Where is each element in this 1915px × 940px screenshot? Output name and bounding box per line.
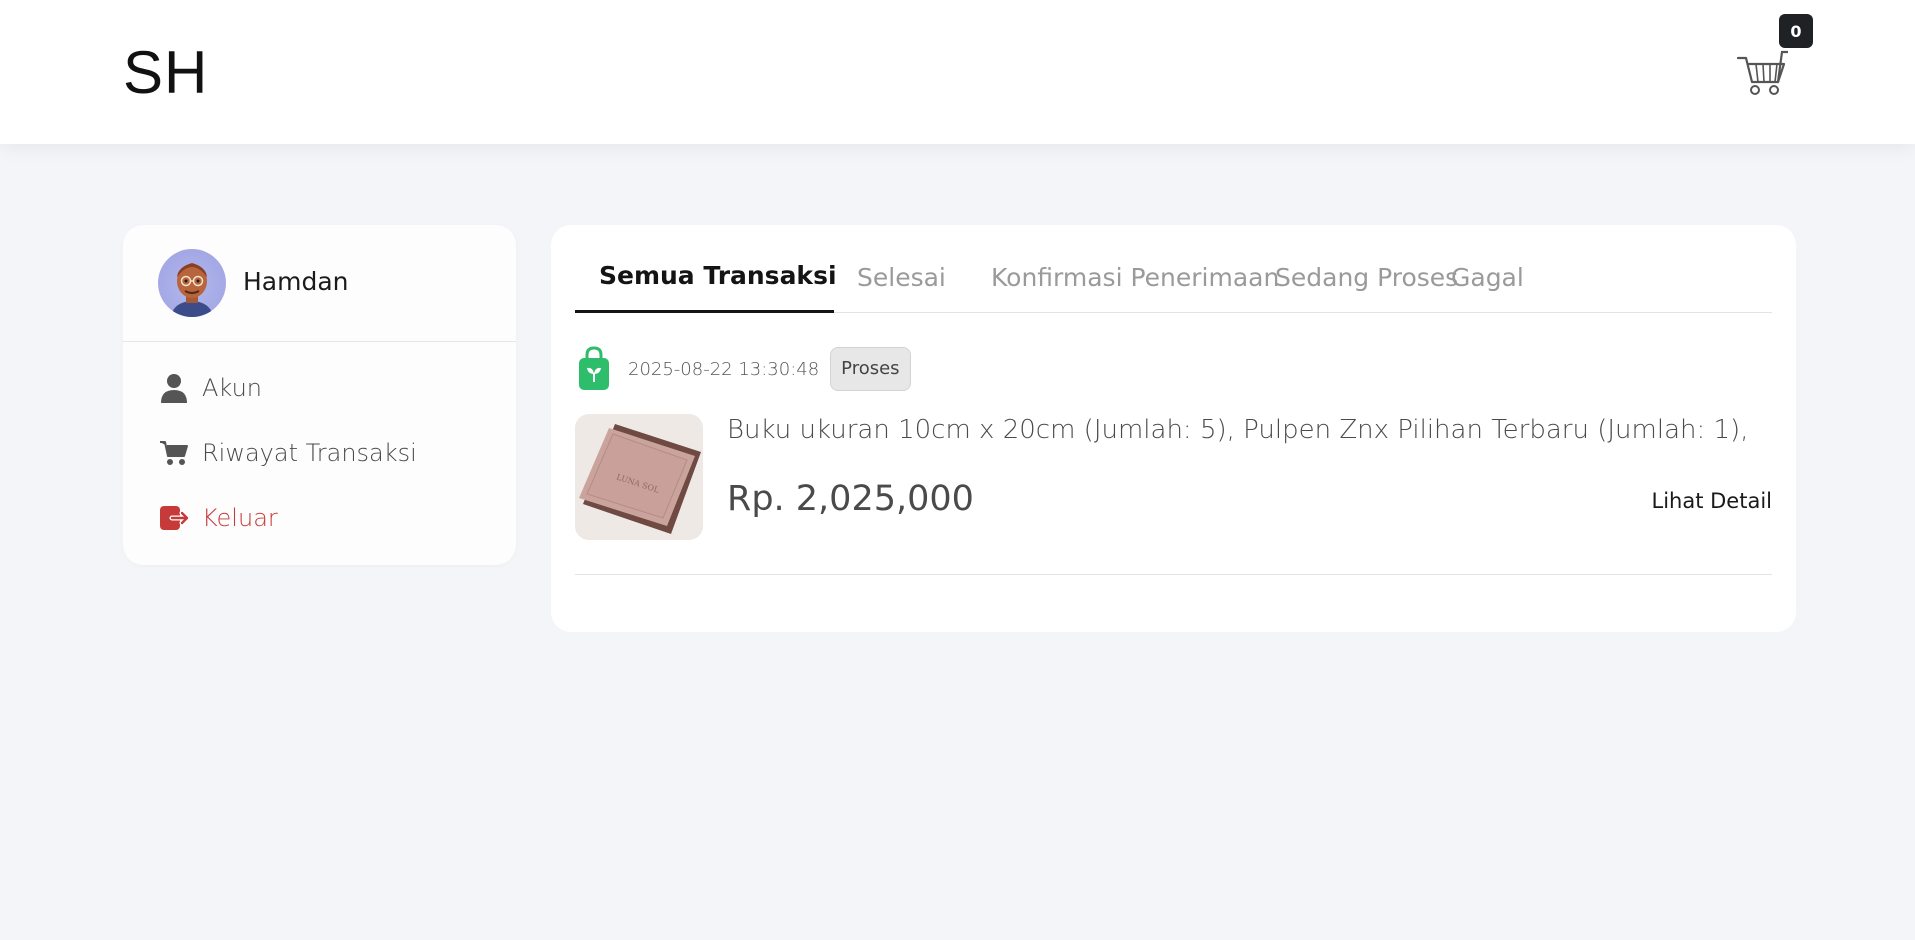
sidebar-item-label: Keluar [202, 504, 278, 532]
transaction-tabs: Semua Transaksi Selesai Konfirmasi Pener… [575, 255, 1772, 313]
avatar [158, 249, 226, 317]
order-date: 2025-08-22 13:30:48 [628, 358, 820, 380]
tab-sedang-proses[interactable]: Sedang Proses [1275, 263, 1458, 292]
cart-button[interactable] [1736, 48, 1790, 98]
order-meta: 2025-08-22 13:30:48 Proses [578, 345, 911, 393]
order-price: Rp. 2,025,000 [727, 479, 974, 519]
sidebar-item-keluar[interactable]: Keluar [158, 498, 278, 538]
product-items-text: Buku ukuran 10cm x 20cm (Jumlah: 5), Pul… [727, 415, 1749, 445]
tab-selesai[interactable]: Selesai [857, 263, 946, 292]
cart-count-badge: 0 [1779, 14, 1813, 48]
logout-icon [158, 502, 190, 534]
active-tab-indicator [575, 310, 834, 313]
view-detail-link[interactable]: Lihat Detail [1652, 489, 1772, 513]
top-header: SH 0 [0, 0, 1915, 144]
sidebar-item-riwayat-transaksi[interactable]: Riwayat Transaksi [158, 433, 417, 473]
product-image: LUNA SOL [575, 414, 703, 540]
profile-name: Hamdan [243, 267, 349, 296]
user-icon [158, 372, 190, 404]
account-sidebar: Hamdan Akun Riwayat Transaksi Keluar [123, 225, 516, 565]
shopping-cart-icon [1736, 50, 1790, 95]
cart-icon [158, 437, 190, 469]
avatar-image [172, 263, 212, 317]
tab-gagal[interactable]: Gagal [1451, 263, 1524, 292]
brand-logo[interactable]: SH [123, 38, 208, 108]
transaction-panel: Semua Transaksi Selesai Konfirmasi Pener… [551, 225, 1796, 632]
sidebar-item-akun[interactable]: Akun [158, 368, 262, 408]
shopping-bag-icon [579, 346, 609, 390]
tab-konfirmasi-penerimaan[interactable]: Konfirmasi Penerimaan [991, 263, 1279, 292]
sidebar-item-label: Akun [202, 374, 262, 402]
status-badge: Proses [830, 347, 911, 391]
sidebar-item-label: Riwayat Transaksi [202, 439, 417, 467]
tab-semua-transaksi[interactable]: Semua Transaksi [599, 261, 837, 290]
row-divider [575, 574, 1772, 575]
profile-header: Hamdan [123, 225, 516, 342]
